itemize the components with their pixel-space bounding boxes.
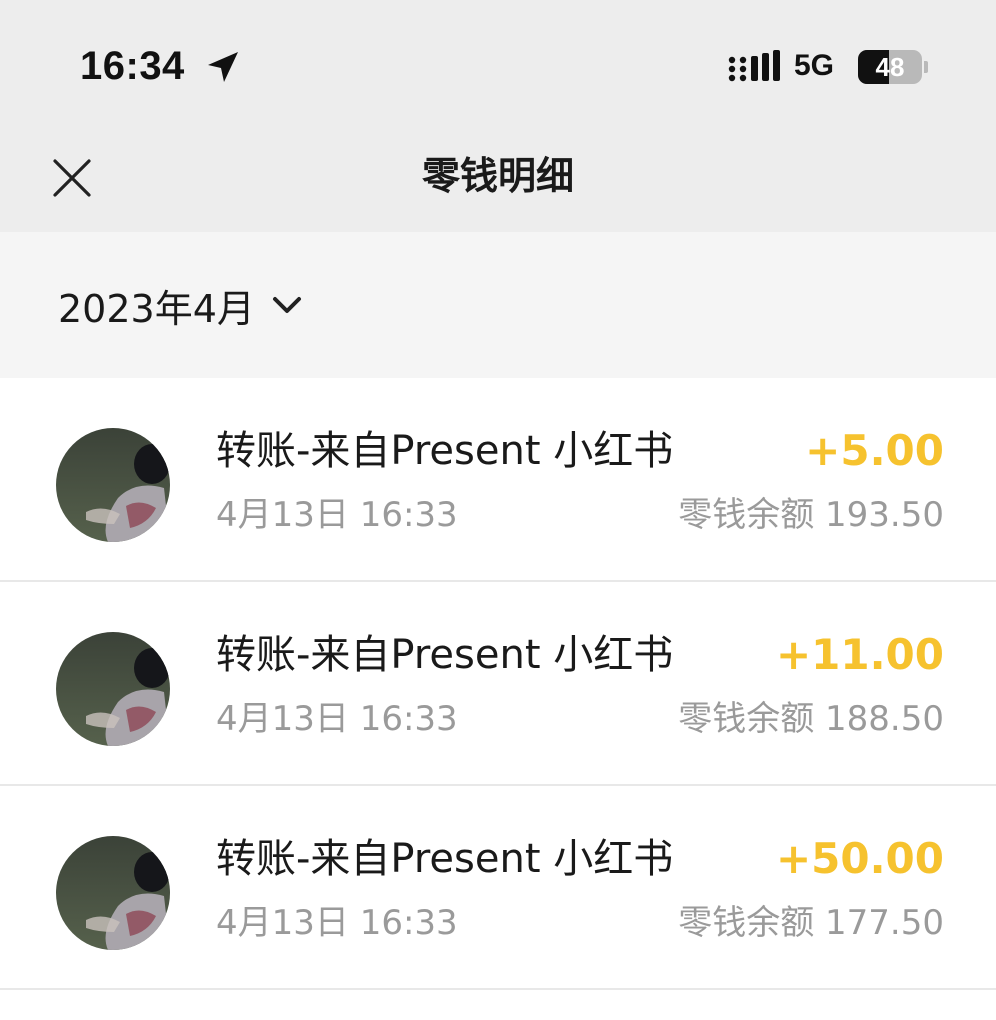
chevron-down-icon	[272, 297, 301, 313]
avatar	[56, 428, 170, 542]
transaction-balance: 零钱余额 188.50	[678, 699, 944, 739]
transaction-item[interactable]: 转账-来自Present 小红书 4月13日 16:33 +50.00 零钱余额…	[0, 786, 996, 990]
status-bar: 16:34 5G 48	[0, 0, 996, 130]
avatar	[56, 836, 170, 950]
transaction-title: 转账-来自Present 小红书	[216, 632, 674, 678]
transaction-time: 4月13日 16:33	[216, 699, 458, 739]
signal-icon	[728, 50, 780, 82]
battery-percent: 48	[875, 52, 905, 82]
location-arrow-icon	[208, 52, 238, 82]
transaction-amount: +11.00	[775, 630, 944, 679]
battery-icon: 48	[858, 50, 928, 84]
transaction-balance: 零钱余额 193.50	[678, 495, 944, 535]
transaction-item[interactable]: 转账-来自Present 小红书 4月13日 16:33 +5.00 零钱余额 …	[0, 378, 996, 582]
transaction-list: 转账-来自Present 小红书 4月13日 16:33 +5.00 零钱余额 …	[0, 378, 996, 990]
wallet-detail-screen: 16:34 5G 48 零钱明细 2023年4月 转账-来自Present 小红…	[0, 0, 996, 1020]
transaction-title: 转账-来自Present 小红书	[216, 428, 674, 474]
transaction-time: 4月13日 16:33	[216, 495, 458, 535]
close-icon[interactable]	[52, 158, 92, 198]
nav-bar: 零钱明细	[0, 130, 996, 232]
transaction-amount: +50.00	[775, 834, 944, 883]
month-picker[interactable]: 2023年4月	[58, 278, 303, 332]
transaction-time: 4月13日 16:33	[216, 903, 458, 943]
network-type: 5G	[794, 49, 835, 82]
transaction-title: 转账-来自Present 小红书	[216, 836, 674, 882]
transaction-item[interactable]: 转账-来自Present 小红书 4月13日 16:33 +11.00 零钱余额…	[0, 582, 996, 786]
status-time: 16:34	[80, 44, 185, 88]
transaction-balance: 零钱余额 177.50	[678, 903, 944, 943]
month-label: 2023年4月	[58, 286, 255, 331]
transaction-amount: +5.00	[805, 426, 944, 475]
divider	[0, 988, 996, 990]
page-title: 零钱明细	[421, 154, 574, 198]
avatar	[56, 632, 170, 746]
month-filter-bar: 2023年4月	[0, 232, 996, 378]
